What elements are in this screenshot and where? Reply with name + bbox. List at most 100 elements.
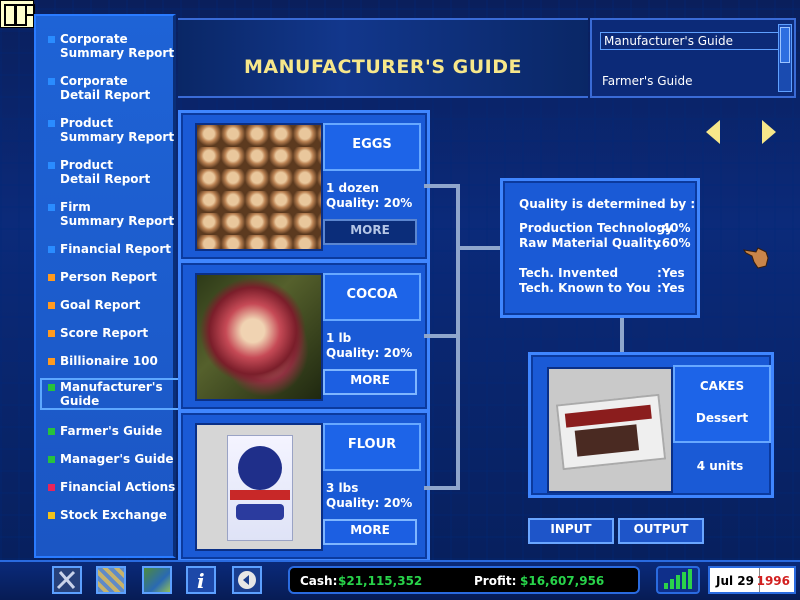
- hand-pointer-icon: [742, 247, 769, 269]
- flour-bag-image: [227, 435, 293, 541]
- menu-label: Stock Exchange: [60, 508, 167, 522]
- menu-product-detail-report[interactable]: Product Detail Report: [44, 158, 184, 186]
- finance-status-bar: Cash: $21,115,352 Profit: $16,607,956: [288, 566, 640, 594]
- quality-text: Quality: 20%: [326, 346, 413, 360]
- menu-manufacturers-guide[interactable]: Manufacturer's Guide: [40, 378, 188, 410]
- menu-label: Summary Report: [60, 214, 175, 228]
- quantity-text: 1 dozen: [326, 181, 380, 195]
- quality-row: Tech. Known to You:Yes: [519, 281, 685, 295]
- bullet-icon: [48, 512, 55, 519]
- quality-row: Raw Material Quality:60%: [519, 236, 691, 250]
- cash-label: Cash:: [300, 574, 338, 588]
- menu-label: Guide: [60, 394, 100, 408]
- eggs-photo: [195, 123, 323, 251]
- bullet-icon: [48, 302, 55, 309]
- menu-managers-guide[interactable]: Manager's Guide: [44, 452, 184, 466]
- previous-arrow-icon[interactable]: [706, 120, 720, 144]
- connector-line: [424, 334, 458, 338]
- bullet-icon: [48, 120, 55, 127]
- connector-line: [620, 318, 624, 352]
- guide-option-farmers[interactable]: Farmer's Guide: [602, 74, 693, 88]
- app-logo[interactable]: [0, 0, 35, 28]
- bullet-icon: [48, 36, 55, 43]
- menu-label: Detail Report: [60, 172, 151, 186]
- menu-score-report[interactable]: Score Report: [44, 326, 184, 340]
- ingredient-name[interactable]: EGGS: [323, 123, 421, 171]
- guide-option-manufacturers[interactable]: Manufacturer's Guide: [600, 32, 780, 50]
- bullet-icon: [48, 428, 55, 435]
- more-button[interactable]: MORE: [323, 519, 417, 545]
- guide-scrollbar[interactable]: [778, 24, 792, 92]
- ingredient-quantity: 1 dozen Quality: 20%: [326, 181, 412, 211]
- bullet-icon: [48, 484, 55, 491]
- performance-chart-icon[interactable]: [656, 566, 700, 594]
- menu-billionaire-100[interactable]: Billionaire 100: [44, 354, 184, 368]
- bullet-icon: [48, 204, 55, 211]
- menu-label: Corporate: [60, 74, 128, 88]
- cocoa-photo: [195, 273, 323, 401]
- ingredient-name[interactable]: COCOA: [323, 273, 421, 321]
- menu-label: Manufacturer's: [60, 380, 163, 394]
- product-category: Dessert: [695, 411, 749, 425]
- menu-label: Manager's Guide: [60, 452, 174, 466]
- quality-text: Quality: 20%: [326, 496, 413, 510]
- scrollbar-thumb[interactable]: [780, 27, 790, 63]
- world-map-icon[interactable]: [142, 566, 172, 594]
- date-text: Jul 29: [716, 574, 754, 588]
- page-header: MANUFACTURER'S GUIDE: [178, 18, 588, 98]
- bullet-icon: [48, 246, 55, 253]
- bullet-icon: [48, 384, 55, 391]
- ingredient-quantity: 3 lbs Quality: 20%: [326, 481, 412, 511]
- menu-financial-actions[interactable]: Financial Actions: [44, 480, 184, 494]
- ingredient-panel-flour: FLOUR 3 lbs Quality: 20% MORE: [178, 410, 430, 562]
- quality-row: Production Technology:40%: [519, 221, 691, 235]
- bullet-icon: [48, 358, 55, 365]
- menu-label: Detail Report: [60, 88, 151, 102]
- cakes-photo: [547, 367, 673, 493]
- product-panel: CAKES Dessert 4 units: [528, 352, 774, 498]
- back-icon[interactable]: [232, 566, 262, 594]
- menu-label: Score Report: [60, 326, 149, 340]
- menu-label: Product: [60, 158, 113, 172]
- input-button[interactable]: INPUT: [528, 518, 614, 544]
- profit-value: $16,607,956: [520, 574, 605, 588]
- quality-heading: Quality is determined by :: [519, 197, 696, 211]
- quality-info-box: Quality is determined by : Production Te…: [500, 178, 700, 318]
- menu-firm-summary-report[interactable]: Firm Summary Report: [44, 200, 184, 228]
- more-button[interactable]: MORE: [323, 369, 417, 395]
- year-text: 1996: [756, 574, 790, 588]
- next-arrow-icon[interactable]: [762, 120, 776, 144]
- map-grid-icon[interactable]: [96, 566, 126, 594]
- menu-label: Corporate: [60, 32, 128, 46]
- output-button[interactable]: OUTPUT: [618, 518, 704, 544]
- menu-person-report[interactable]: Person Report: [44, 270, 184, 284]
- bullet-icon: [48, 78, 55, 85]
- menu-corporate-summary-report[interactable]: Corporate Summary Report: [44, 32, 184, 60]
- ingredient-quantity: 1 lb Quality: 20%: [326, 331, 412, 361]
- bullet-icon: [48, 162, 55, 169]
- info-icon[interactable]: i: [186, 566, 216, 594]
- more-button[interactable]: MORE: [323, 219, 417, 245]
- menu-goal-report[interactable]: Goal Report: [44, 298, 184, 312]
- menu-label: Farmer's Guide: [60, 424, 163, 438]
- report-menu: Corporate Summary Report Corporate Detai…: [34, 14, 188, 558]
- menu-farmers-guide[interactable]: Farmer's Guide: [44, 424, 184, 438]
- menu-label: Summary Report: [60, 130, 175, 144]
- bullet-icon: [48, 274, 55, 281]
- menu-product-summary-report[interactable]: Product Summary Report: [44, 116, 184, 144]
- menu-label: Person Report: [60, 270, 157, 284]
- tools-icon[interactable]: [52, 566, 82, 594]
- svg-text:i: i: [197, 569, 205, 592]
- menu-label: Summary Report: [60, 46, 175, 60]
- connector-line: [424, 184, 458, 188]
- ingredient-panel-eggs: EGGS 1 dozen Quality: 20% MORE: [178, 110, 430, 262]
- quality-key: Tech. Known to You: [519, 281, 651, 295]
- ingredient-name[interactable]: FLOUR: [323, 423, 421, 471]
- product-name-box[interactable]: CAKES Dessert: [673, 365, 771, 443]
- menu-label: Firm: [60, 200, 91, 214]
- menu-label: Product: [60, 116, 113, 130]
- menu-financial-report[interactable]: Financial Report: [44, 242, 184, 256]
- menu-corporate-detail-report[interactable]: Corporate Detail Report: [44, 74, 184, 102]
- menu-label: Billionaire 100: [60, 354, 158, 368]
- menu-stock-exchange[interactable]: Stock Exchange: [44, 508, 184, 522]
